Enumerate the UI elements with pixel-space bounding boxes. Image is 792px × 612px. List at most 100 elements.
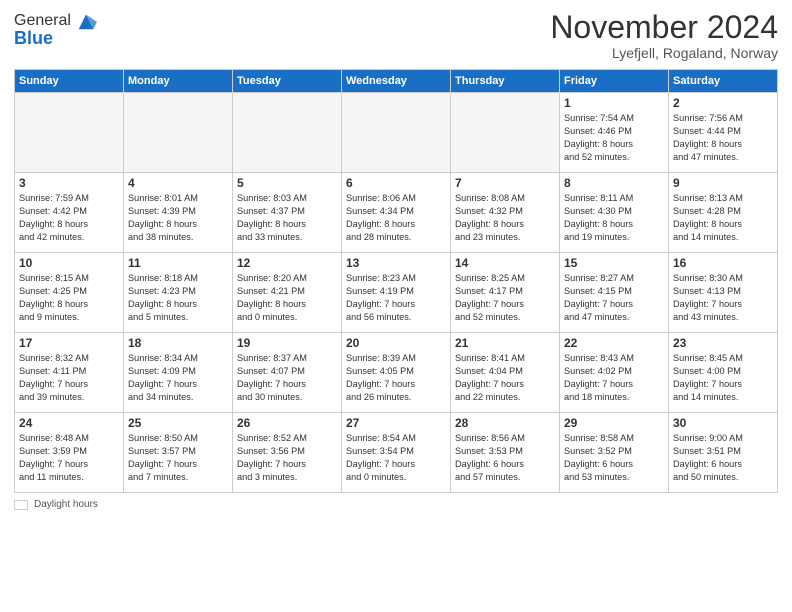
table-row: 14 Sunrise: 8:25 AMSunset: 4:17 PMDayligh…	[451, 253, 560, 333]
table-row: 1 Sunrise: 7:54 AMSunset: 4:46 PMDaylight…	[560, 93, 669, 173]
day-info: Sunrise: 8:56 AMSunset: 3:53 PMDaylight:…	[455, 432, 555, 484]
table-row	[233, 93, 342, 173]
day-number: 4	[128, 176, 228, 190]
day-number: 11	[128, 256, 228, 270]
day-number: 8	[564, 176, 664, 190]
day-info: Sunrise: 9:00 AMSunset: 3:51 PMDaylight:…	[673, 432, 773, 484]
week-row-4: 24Sunrise: 8:48 AMSunset: 3:59 PMDayligh…	[15, 413, 778, 493]
day-info: Sunrise: 8:45 AMSunset: 4:00 PMDaylight:…	[673, 352, 773, 404]
day-number: 25	[128, 416, 228, 430]
col-saturday: Saturday	[669, 70, 778, 93]
day-number: 9	[673, 176, 773, 190]
day-info: Sunrise: 7:54 AMSunset: 4:46 PMDaylight:…	[564, 112, 664, 164]
location: Lyefjell, Rogaland, Norway	[550, 45, 778, 61]
day-info: Sunrise: 8:23 AMSunset: 4:19 PMDaylight:…	[346, 272, 446, 324]
day-info: Sunrise: 8:37 AMSunset: 4:07 PMDaylight:…	[237, 352, 337, 404]
table-row: 25 Sunrise: 8:50 AMSunset: 3:57 PMDayligh…	[124, 413, 233, 493]
day-info: Sunrise: 8:52 AMSunset: 3:56 PMDaylight:…	[237, 432, 337, 484]
footer-box	[14, 500, 28, 510]
day-number: 22	[564, 336, 664, 350]
day-number: 2	[673, 96, 773, 110]
day-number: 21	[455, 336, 555, 350]
day-info: Sunrise: 8:50 AMSunset: 3:57 PMDaylight:…	[128, 432, 228, 484]
col-tuesday: Tuesday	[233, 70, 342, 93]
table-row: 26 Sunrise: 8:52 AMSunset: 3:56 PMDayligh…	[233, 413, 342, 493]
day-number: 20	[346, 336, 446, 350]
col-thursday: Thursday	[451, 70, 560, 93]
day-info: Sunrise: 7:56 AMSunset: 4:44 PMDaylight:…	[673, 112, 773, 164]
day-number: 17	[19, 336, 119, 350]
day-info: Sunrise: 8:41 AMSunset: 4:04 PMDaylight:…	[455, 352, 555, 404]
table-row: 28 Sunrise: 8:56 AMSunset: 3:53 PMDayligh…	[451, 413, 560, 493]
table-row: 6 Sunrise: 8:06 AMSunset: 4:34 PMDaylight…	[342, 173, 451, 253]
day-info: Sunrise: 8:34 AMSunset: 4:09 PMDaylight:…	[128, 352, 228, 404]
table-row: 23Sunrise: 8:45 AMSunset: 4:00 PMDayligh…	[669, 333, 778, 413]
day-info: Sunrise: 8:08 AMSunset: 4:32 PMDaylight:…	[455, 192, 555, 244]
col-friday: Friday	[560, 70, 669, 93]
day-info: Sunrise: 8:54 AMSunset: 3:54 PMDaylight:…	[346, 432, 446, 484]
day-number: 1	[564, 96, 664, 110]
day-number: 28	[455, 416, 555, 430]
table-row: 19 Sunrise: 8:37 AMSunset: 4:07 PMDayligh…	[233, 333, 342, 413]
day-number: 16	[673, 256, 773, 270]
day-info: Sunrise: 8:58 AMSunset: 3:52 PMDaylight:…	[564, 432, 664, 484]
day-number: 6	[346, 176, 446, 190]
table-row: 16 Sunrise: 8:30 AMSunset: 4:13 PMDayligh…	[669, 253, 778, 333]
day-number: 18	[128, 336, 228, 350]
table-row: 9 Sunrise: 8:13 AMSunset: 4:28 PMDaylight…	[669, 173, 778, 253]
table-row: 2 Sunrise: 7:56 AMSunset: 4:44 PMDaylight…	[669, 93, 778, 173]
day-number: 26	[237, 416, 337, 430]
week-row-3: 17 Sunrise: 8:32 AMSunset: 4:11 PMDayligh…	[15, 333, 778, 413]
table-row	[342, 93, 451, 173]
day-info: Sunrise: 8:25 AMSunset: 4:17 PMDaylight:…	[455, 272, 555, 324]
table-row: 30 Sunrise: 9:00 AMSunset: 3:51 PMDayligh…	[669, 413, 778, 493]
day-info: Sunrise: 8:01 AMSunset: 4:39 PMDaylight:…	[128, 192, 228, 244]
table-row: 13Sunrise: 8:23 AMSunset: 4:19 PMDayligh…	[342, 253, 451, 333]
day-info: Sunrise: 8:20 AMSunset: 4:21 PMDaylight:…	[237, 272, 337, 324]
month-title: November 2024	[550, 10, 778, 45]
week-row-1: 3Sunrise: 7:59 AMSunset: 4:42 PMDaylight…	[15, 173, 778, 253]
day-info: Sunrise: 8:06 AMSunset: 4:34 PMDaylight:…	[346, 192, 446, 244]
table-row: 10Sunrise: 8:15 AMSunset: 4:25 PMDayligh…	[15, 253, 124, 333]
day-number: 24	[19, 416, 119, 430]
day-number: 3	[19, 176, 119, 190]
table-row: 17 Sunrise: 8:32 AMSunset: 4:11 PMDayligh…	[15, 333, 124, 413]
day-number: 19	[237, 336, 337, 350]
week-row-0: 1 Sunrise: 7:54 AMSunset: 4:46 PMDaylight…	[15, 93, 778, 173]
table-row: 27Sunrise: 8:54 AMSunset: 3:54 PMDayligh…	[342, 413, 451, 493]
table-row: 22 Sunrise: 8:43 AMSunset: 4:02 PMDayligh…	[560, 333, 669, 413]
day-number: 12	[237, 256, 337, 270]
table-row: 8Sunrise: 8:11 AMSunset: 4:30 PMDaylight…	[560, 173, 669, 253]
col-sunday: Sunday	[15, 70, 124, 93]
day-info: Sunrise: 8:15 AMSunset: 4:25 PMDaylight:…	[19, 272, 119, 324]
table-row: 18 Sunrise: 8:34 AMSunset: 4:09 PMDayligh…	[124, 333, 233, 413]
day-number: 30	[673, 416, 773, 430]
footer: Daylight hours	[14, 499, 778, 510]
day-number: 15	[564, 256, 664, 270]
day-number: 5	[237, 176, 337, 190]
col-monday: Monday	[124, 70, 233, 93]
table-row: 21 Sunrise: 8:41 AMSunset: 4:04 PMDayligh…	[451, 333, 560, 413]
table-row	[451, 93, 560, 173]
day-info: Sunrise: 8:32 AMSunset: 4:11 PMDaylight:…	[19, 352, 119, 404]
table-row: 11Sunrise: 8:18 AMSunset: 4:23 PMDayligh…	[124, 253, 233, 333]
day-info: Sunrise: 8:13 AMSunset: 4:28 PMDaylight:…	[673, 192, 773, 244]
day-number: 7	[455, 176, 555, 190]
day-info: Sunrise: 8:27 AMSunset: 4:15 PMDaylight:…	[564, 272, 664, 324]
calendar-header-row: Sunday Monday Tuesday Wednesday Thursday…	[15, 70, 778, 93]
table-row: 12 Sunrise: 8:20 AMSunset: 4:21 PMDayligh…	[233, 253, 342, 333]
footer-label: Daylight hours	[34, 499, 98, 510]
logo-icon	[75, 10, 97, 32]
day-info: Sunrise: 8:43 AMSunset: 4:02 PMDaylight:…	[564, 352, 664, 404]
table-row: 15 Sunrise: 8:27 AMSunset: 4:15 PMDayligh…	[560, 253, 669, 333]
table-row: 7 Sunrise: 8:08 AMSunset: 4:32 PMDaylight…	[451, 173, 560, 253]
day-number: 14	[455, 256, 555, 270]
day-info: Sunrise: 8:30 AMSunset: 4:13 PMDaylight:…	[673, 272, 773, 324]
table-row: 3Sunrise: 7:59 AMSunset: 4:42 PMDaylight…	[15, 173, 124, 253]
calendar-table: Sunday Monday Tuesday Wednesday Thursday…	[14, 69, 778, 493]
day-info: Sunrise: 8:03 AMSunset: 4:37 PMDaylight:…	[237, 192, 337, 244]
table-row	[15, 93, 124, 173]
table-row	[124, 93, 233, 173]
title-block: November 2024 Lyefjell, Rogaland, Norway	[550, 10, 778, 61]
day-info: Sunrise: 8:39 AMSunset: 4:05 PMDaylight:…	[346, 352, 446, 404]
